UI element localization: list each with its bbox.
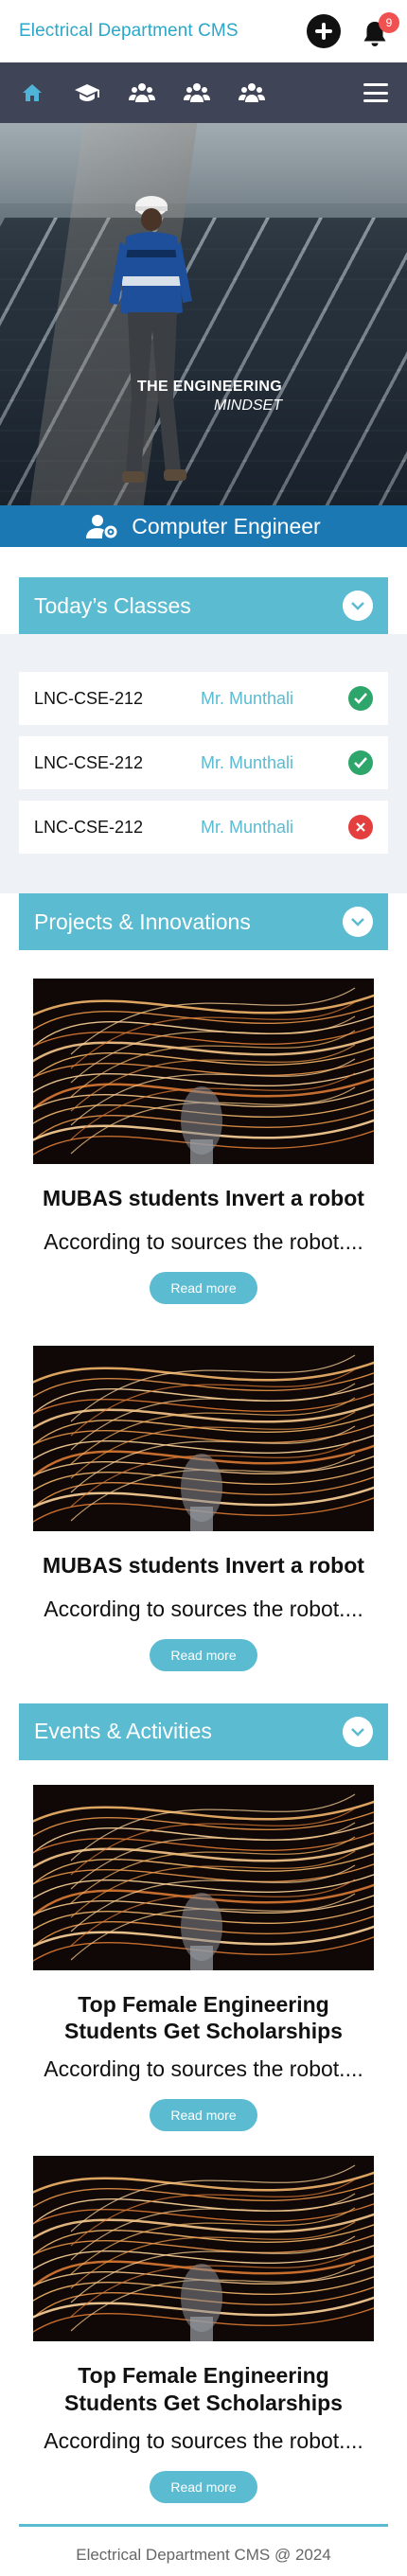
- news-title: Top Female Engineering Students Get Scho…: [64, 1991, 343, 2044]
- classes-section-header[interactable]: Today’s Classes: [19, 577, 388, 634]
- news-card: Top Female Engineering Students Get Scho…: [33, 1760, 374, 2131]
- news-image: [33, 2156, 374, 2341]
- news-image: [33, 1345, 374, 1531]
- close-icon: [348, 815, 373, 839]
- role-label: Computer Engineer: [132, 513, 321, 538]
- class-row[interactable]: LNC-CSE-212 Mr. Munthali: [19, 736, 388, 789]
- class-row[interactable]: LNC-CSE-212 Mr. Munthali: [19, 672, 388, 725]
- projects-list: MUBAS students Invert a robot According …: [0, 950, 407, 1671]
- chevron-down-icon[interactable]: [343, 1716, 373, 1747]
- hero-subtitle: MINDSET: [214, 397, 282, 414]
- hero-title: THE ENGINEERING: [137, 379, 282, 395]
- light-trails-image: [33, 1345, 374, 1531]
- events-section-header[interactable]: Events & Activities: [19, 1703, 388, 1760]
- class-code: LNC-CSE-212: [34, 688, 144, 708]
- add-button[interactable]: [307, 14, 341, 48]
- top-bar: Electrical Department CMS 9: [0, 0, 407, 62]
- read-more-button[interactable]: Read more: [150, 1638, 257, 1671]
- news-image: [33, 979, 374, 1164]
- section-title: Projects & Innovations: [34, 909, 251, 934]
- footer-text: Electrical Department CMS @ 2024: [76, 2545, 331, 2564]
- footer: Electrical Department CMS @ 2024: [19, 2523, 388, 2565]
- news-description: According to sources the robot....: [44, 2056, 363, 2081]
- notifications-button[interactable]: 9: [360, 12, 399, 48]
- chevron-down-icon[interactable]: [343, 591, 373, 621]
- nav-bar: [0, 62, 407, 123]
- news-card: MUBAS students Invert a robot According …: [33, 1304, 374, 1671]
- news-title: MUBAS students Invert a robot: [43, 1186, 364, 1210]
- projects-section-header[interactable]: Projects & Innovations: [19, 893, 388, 950]
- news-title: MUBAS students Invert a robot: [43, 1552, 364, 1578]
- class-row[interactable]: LNC-CSE-212 Mr. Munthali: [19, 801, 388, 854]
- light-trails-image: [33, 1784, 374, 1970]
- hero-banner: THE ENGINEERING MINDSET: [0, 123, 407, 505]
- events-list: Top Female Engineering Students Get Scho…: [0, 1760, 407, 2503]
- news-description: According to sources the robot....: [44, 2427, 363, 2453]
- news-title: Top Female Engineering Students Get Scho…: [64, 2363, 343, 2415]
- read-more-button[interactable]: Read more: [150, 2099, 257, 2131]
- read-more-button[interactable]: Read more: [150, 2470, 257, 2503]
- notification-badge: 9: [379, 12, 399, 33]
- chevron-down-icon[interactable]: [343, 907, 373, 937]
- class-teacher: Mr. Munthali: [201, 817, 294, 837]
- app-title[interactable]: Electrical Department CMS: [19, 21, 239, 42]
- classes-list: LNC-CSE-212 Mr. Munthali LNC-CSE-212 Mr.…: [0, 634, 407, 893]
- news-card: MUBAS students Invert a robot According …: [33, 950, 374, 1304]
- section-title: Today’s Classes: [34, 592, 191, 618]
- class-teacher: Mr. Munthali: [201, 752, 294, 772]
- check-icon: [348, 750, 373, 775]
- graduation-cap-icon[interactable]: [74, 79, 100, 106]
- group-icon[interactable]: [239, 79, 265, 106]
- menu-icon[interactable]: [363, 83, 388, 102]
- section-title: Events & Activities: [34, 1719, 212, 1743]
- light-trails-image: [33, 2156, 374, 2341]
- group-icon[interactable]: [129, 79, 155, 106]
- group-icon[interactable]: [184, 79, 210, 106]
- class-code: LNC-CSE-212: [34, 752, 144, 772]
- check-icon: [348, 686, 373, 711]
- hero-caption: THE ENGINEERING MINDSET: [123, 379, 282, 415]
- top-actions: 9: [307, 12, 399, 48]
- news-description: According to sources the robot....: [44, 1596, 363, 1621]
- class-code: LNC-CSE-212: [34, 817, 144, 837]
- engineer-figure: [109, 196, 192, 483]
- news-card: Top Female Engineering Students Get Scho…: [33, 2131, 374, 2503]
- home-icon[interactable]: [19, 79, 45, 106]
- light-trails-image: [33, 979, 374, 1164]
- read-more-button[interactable]: Read more: [150, 1271, 257, 1304]
- user-gear-icon: [86, 515, 117, 538]
- role-banner: Computer Engineer: [0, 505, 407, 547]
- news-description: According to sources the robot....: [44, 1228, 363, 1254]
- news-image: [33, 1784, 374, 1970]
- class-teacher: Mr. Munthali: [201, 688, 294, 708]
